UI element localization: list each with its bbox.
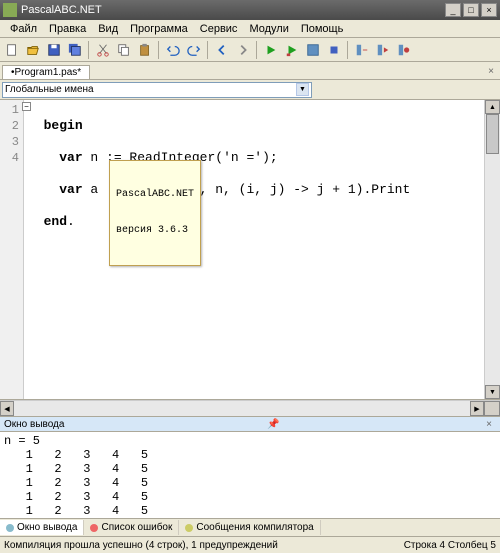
open-file-button[interactable]: [23, 40, 43, 60]
window-title: PascalABC.NET: [21, 4, 445, 16]
cut-button[interactable]: [93, 40, 113, 60]
paste-button[interactable]: [135, 40, 155, 60]
scroll-left-button[interactable]: ◀: [0, 401, 14, 416]
tab-errors[interactable]: Список ошибок: [84, 520, 179, 535]
scroll-right-button[interactable]: ▶: [470, 401, 484, 416]
menu-edit[interactable]: Правка: [43, 21, 92, 37]
undo-button[interactable]: [163, 40, 183, 60]
code-area[interactable]: begin var n := ReadInteger('n ='); var a…: [24, 100, 484, 399]
redo-button[interactable]: [184, 40, 204, 60]
menu-program[interactable]: Программа: [124, 21, 194, 37]
menu-view[interactable]: Вид: [92, 21, 124, 37]
compile-status: Компиляция прошла успешно (4 строк), 1 п…: [4, 540, 278, 551]
nav-back-button[interactable]: [212, 40, 232, 60]
minimize-button[interactable]: _: [445, 3, 461, 17]
close-tab-button[interactable]: ×: [484, 64, 498, 78]
scope-combo-label: Глобальные имена: [5, 84, 94, 95]
editor-tab-bar: •Program1.pas* ×: [0, 62, 500, 80]
compile-button[interactable]: [303, 40, 323, 60]
window-titlebar: PascalABC.NET _ □ ×: [0, 0, 500, 20]
chevron-down-icon[interactable]: ▼: [296, 83, 309, 96]
cursor-position: Строка 4 Столбец 5: [404, 540, 496, 551]
status-bar: Компиляция прошла успешно (4 строк), 1 п…: [0, 536, 500, 553]
nav-forward-button[interactable]: [233, 40, 253, 60]
scroll-thumb[interactable]: [486, 114, 499, 154]
step-into-button[interactable]: [352, 40, 372, 60]
close-panel-button[interactable]: ×: [482, 419, 496, 430]
scroll-down-button[interactable]: ▼: [485, 385, 500, 399]
editor-tab[interactable]: •Program1.pas*: [2, 65, 90, 79]
menu-help[interactable]: Помощь: [295, 21, 350, 37]
code-editor[interactable]: 1 2 3 4 − begin var n := ReadInteger('n …: [0, 100, 500, 400]
app-icon: [3, 3, 17, 17]
output-panel-header: Окно вывода 📌 ×: [0, 416, 500, 432]
run-button[interactable]: [261, 40, 281, 60]
new-file-button[interactable]: [2, 40, 22, 60]
menu-service[interactable]: Сервис: [194, 21, 244, 37]
copy-button[interactable]: [114, 40, 134, 60]
scope-combo[interactable]: Глобальные имена ▼: [2, 82, 312, 98]
scroll-up-button[interactable]: ▲: [485, 100, 500, 114]
tab-messages[interactable]: Сообщения компилятора: [179, 520, 320, 535]
run-no-debug-button[interactable]: [282, 40, 302, 60]
output-icon: [6, 524, 14, 532]
tab-output[interactable]: Окно вывода: [0, 520, 84, 535]
error-icon: [90, 524, 98, 532]
output-panel[interactable]: n = 5 1 2 3 4 5 1 2 3 4 5 1 2 3 4 5 1 2 …: [0, 432, 500, 518]
step-over-button[interactable]: [373, 40, 393, 60]
stop-button[interactable]: [324, 40, 344, 60]
close-button[interactable]: ×: [481, 3, 497, 17]
version-tooltip: PascalABC.NET версия 3.6.3: [109, 160, 201, 266]
save-button[interactable]: [44, 40, 64, 60]
menu-bar: Файл Правка Вид Программа Сервис Модули …: [0, 20, 500, 38]
menu-modules[interactable]: Модули: [243, 21, 294, 37]
toolbar: [0, 38, 500, 62]
menu-file[interactable]: Файл: [4, 21, 43, 37]
navigation-bar: Глобальные имена ▼: [0, 80, 500, 100]
save-all-button[interactable]: [65, 40, 85, 60]
step-out-button[interactable]: [394, 40, 414, 60]
bottom-tab-bar: Окно вывода Список ошибок Сообщения комп…: [0, 518, 500, 536]
pin-icon[interactable]: 📌: [263, 419, 283, 430]
message-icon: [185, 524, 193, 532]
line-gutter: 1 2 3 4: [0, 100, 24, 399]
maximize-button[interactable]: □: [463, 3, 479, 17]
editor-hscrollbar[interactable]: ◀ ▶: [0, 400, 500, 416]
editor-vscrollbar[interactable]: ▲ ▼: [484, 100, 500, 399]
output-title: Окно вывода: [4, 419, 64, 430]
